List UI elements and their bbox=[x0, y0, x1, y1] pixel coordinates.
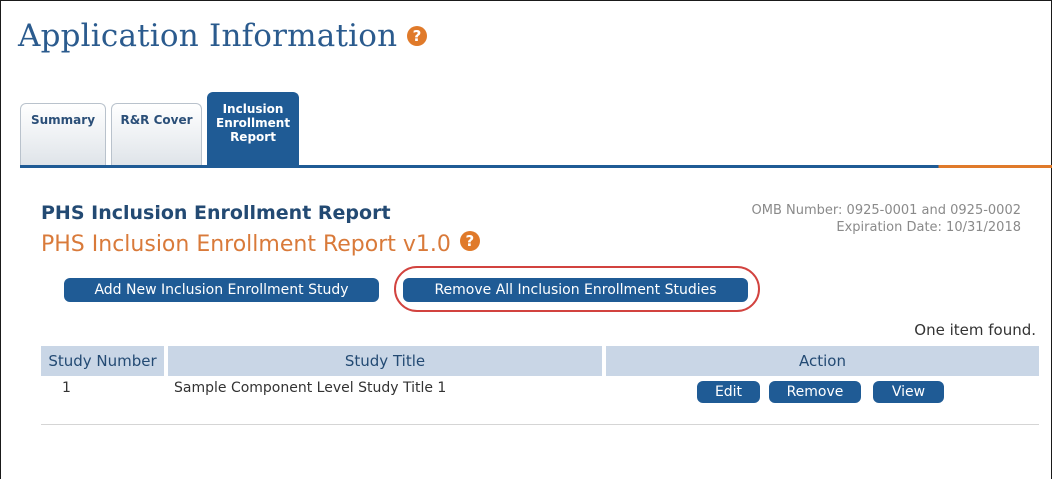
tab-summary-label: Summary bbox=[30, 113, 96, 127]
table-header: Study Number Study Title Action bbox=[41, 346, 1039, 376]
highlight-oval bbox=[394, 266, 760, 312]
studies-table: One item found. Study Number Study Title… bbox=[41, 316, 1039, 425]
study-title: Sample Component Level Study Title 1 bbox=[174, 380, 447, 396]
omb-info: OMB Number: 0925-0001 and 0925-0002 Expi… bbox=[752, 202, 1021, 236]
tab-underline bbox=[20, 165, 1052, 168]
report-subtitle-text: PHS Inclusion Enrollment Report v1.0 bbox=[41, 232, 451, 257]
edit-button[interactable]: Edit bbox=[697, 381, 760, 403]
tab-rr-cover[interactable]: R&R Cover bbox=[111, 103, 202, 165]
items-found-text: One item found. bbox=[914, 321, 1036, 339]
expiration-date: Expiration Date: 10/31/2018 bbox=[836, 220, 1021, 235]
table-row: 1 Sample Component Level Study Title 1 E… bbox=[41, 376, 1039, 425]
tab-inclusion-enrollment-report[interactable]: Inclusion Enrollment Report bbox=[207, 92, 299, 165]
remove-button[interactable]: Remove bbox=[769, 381, 861, 403]
report-subtitle: PHS Inclusion Enrollment Report v1.0 ? bbox=[41, 231, 480, 257]
column-study-number: Study Number bbox=[41, 346, 164, 376]
add-study-button[interactable]: Add New Inclusion Enrollment Study bbox=[64, 278, 379, 302]
tab-inclusion-enrollment-report-label: Inclusion Enrollment Report bbox=[216, 102, 291, 144]
tab-rr-cover-label: R&R Cover bbox=[120, 113, 193, 127]
column-study-title: Study Title bbox=[168, 346, 602, 376]
view-button[interactable]: View bbox=[873, 381, 944, 403]
tab-summary[interactable]: Summary bbox=[20, 103, 106, 165]
tab-bar: Summary R&R Cover Inclusion Enrollment R… bbox=[20, 92, 1052, 165]
omb-number: OMB Number: 0925-0001 and 0925-0002 bbox=[751, 203, 1021, 218]
page-title: Application Information bbox=[18, 18, 398, 54]
help-icon[interactable]: ? bbox=[459, 231, 480, 251]
help-icon[interactable]: ? bbox=[407, 26, 427, 46]
study-number: 1 bbox=[62, 380, 71, 396]
report-title: PHS Inclusion Enrollment Report bbox=[41, 202, 391, 224]
column-action: Action bbox=[606, 346, 1039, 376]
